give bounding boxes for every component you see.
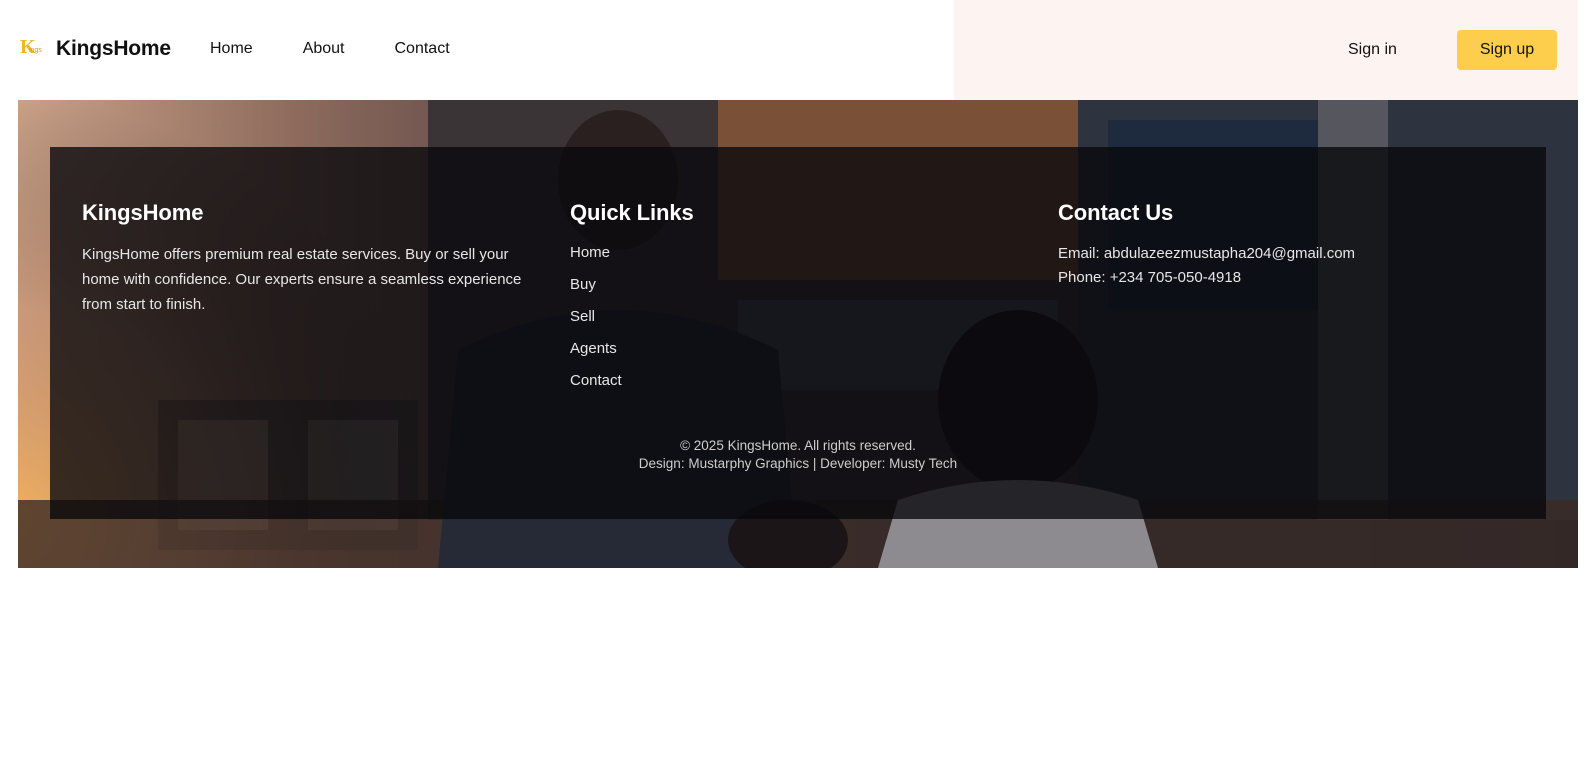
footer-about: KingsHome KingsHome offers premium real … xyxy=(82,200,532,317)
copyright: © 2025 KingsHome. All rights reserved. D… xyxy=(50,437,1546,473)
contact-us-title: Contact Us xyxy=(1058,200,1174,225)
page: K ings KingsHome Home About Contact Sign… xyxy=(0,0,1586,763)
sign-in-link[interactable]: Sign in xyxy=(1348,41,1397,59)
nav-about[interactable]: About xyxy=(303,40,345,58)
sign-up-button[interactable]: Sign up xyxy=(1457,30,1557,70)
footer-link-home[interactable]: Home xyxy=(570,242,694,274)
quick-links-title: Quick Links xyxy=(570,200,694,225)
footer-about-text: KingsHome offers premium real estate ser… xyxy=(82,246,522,313)
nav-contact[interactable]: Contact xyxy=(395,40,450,58)
contact-phone[interactable]: Phone: +234 705-050-4918 xyxy=(1058,266,1355,290)
top-navbar: K ings KingsHome Home About Contact Sign… xyxy=(0,0,1586,100)
brand[interactable]: K ings KingsHome xyxy=(20,36,171,62)
logo-sub: ings xyxy=(29,47,42,54)
footer-link-agents[interactable]: Agents xyxy=(570,338,694,370)
footer-about-title: KingsHome xyxy=(82,200,204,225)
kingshome-logo-icon: K ings xyxy=(20,36,46,62)
footer-contact: Contact Us Email: abdulazeezmustapha204@… xyxy=(1058,200,1355,290)
main-nav: Home About Contact xyxy=(210,40,500,58)
nav-home[interactable]: Home xyxy=(210,40,253,58)
footer-link-buy[interactable]: Buy xyxy=(570,274,694,306)
contact-email[interactable]: Email: abdulazeezmustapha204@gmail.com xyxy=(1058,242,1355,266)
footer-quick-links: Quick Links Home Buy Sell Agents Contact xyxy=(570,200,694,402)
copyright-text: © 2025 KingsHome. All rights reserved. xyxy=(680,438,916,453)
credits-text: Design: Mustarphy Graphics | Developer: … xyxy=(638,456,958,471)
footer-hero-banner xyxy=(18,100,1578,568)
footer-link-sell[interactable]: Sell xyxy=(570,306,694,338)
brand-name: KingsHome xyxy=(56,37,171,60)
footer-link-contact[interactable]: Contact xyxy=(570,370,694,402)
